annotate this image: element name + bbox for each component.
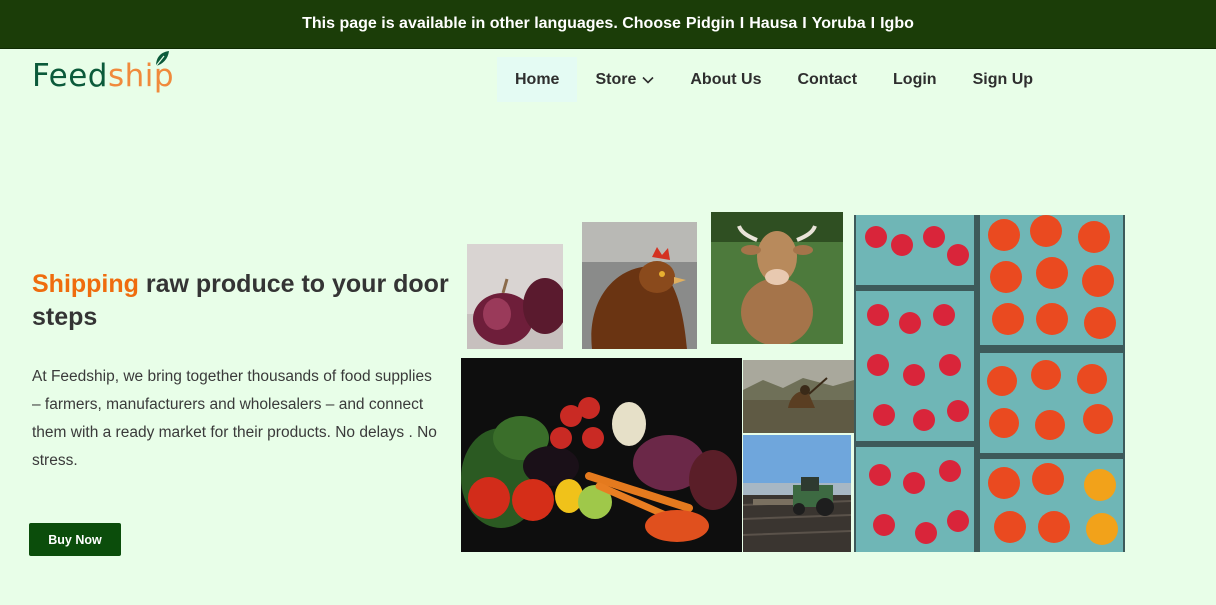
hero-description: At Feedship, we bring together thousands…	[32, 368, 437, 469]
nav-home[interactable]: Home	[497, 57, 578, 102]
leaf-icon	[155, 51, 169, 67]
logo-text-ship: ship	[108, 51, 174, 94]
main-nav: Home Store About Us Contact Login Sign U…	[497, 57, 1051, 102]
hen-image	[582, 222, 697, 349]
nav-sign-up[interactable]: Sign Up	[955, 57, 1051, 102]
hero-title: Shipping raw produce to your door steps	[32, 268, 452, 334]
nav-login[interactable]: Login	[875, 57, 955, 102]
nav-about-us[interactable]: About Us	[672, 57, 779, 102]
language-link-pidgin[interactable]: Pidgin	[686, 15, 735, 33]
nav-about-us-label: About Us	[690, 71, 762, 88]
strawberries-tomatoes-image	[854, 215, 1125, 552]
nav-sign-up-label: Sign Up	[972, 71, 1034, 88]
language-link-hausa[interactable]: Hausa	[749, 15, 797, 33]
language-separator: I	[870, 15, 876, 32]
language-separator: I	[802, 15, 807, 32]
nav-home-label: Home	[515, 71, 560, 88]
buy-now-button[interactable]: Buy Now	[29, 523, 121, 556]
chevron-down-icon	[642, 76, 654, 84]
cow-image	[711, 212, 843, 344]
language-link-igbo[interactable]: Igbo	[880, 15, 914, 33]
nav-contact[interactable]: Contact	[779, 57, 875, 102]
language-banner-message: This page is available in other language…	[302, 15, 681, 32]
language-link-yoruba[interactable]: Yoruba	[812, 15, 866, 33]
farmer-image	[743, 360, 854, 433]
language-separator: I	[739, 15, 745, 32]
logo-text-feed: Feed	[32, 58, 108, 94]
onion-image	[467, 244, 563, 349]
hero-title-accent: Shipping	[32, 270, 139, 298]
vegetables-image	[461, 358, 742, 552]
tractor-image	[743, 435, 851, 552]
nav-store-label: Store	[595, 71, 637, 88]
nav-login-label: Login	[893, 71, 937, 88]
feedship-logo[interactable]: Feedship	[32, 51, 174, 96]
language-banner: This page is available in other language…	[0, 0, 1216, 49]
nav-store[interactable]: Store	[577, 57, 672, 102]
nav-contact-label: Contact	[797, 71, 858, 88]
